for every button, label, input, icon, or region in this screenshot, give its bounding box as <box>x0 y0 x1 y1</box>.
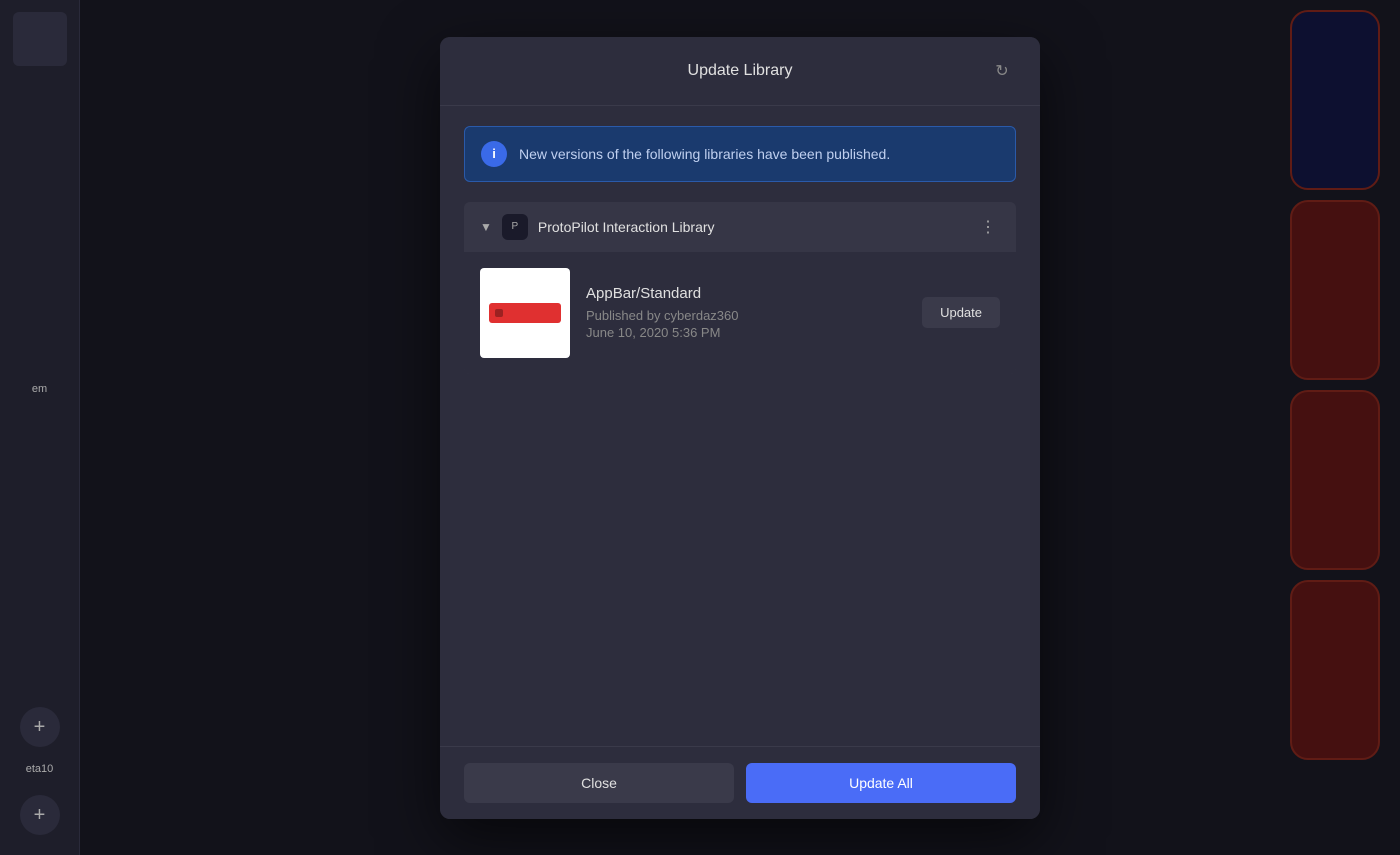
component-publisher: Published by cyberdaz360 <box>586 308 906 323</box>
component-date: June 10, 2020 5:36 PM <box>586 325 906 340</box>
library-avatar: P <box>502 214 528 240</box>
modal-footer: Close Update All <box>440 746 1040 819</box>
more-vert-icon: ⋮ <box>980 219 996 236</box>
modal-body: i New versions of the following librarie… <box>440 106 1040 746</box>
close-button[interactable]: Close <box>464 763 734 803</box>
refresh-icon: ↻ <box>995 61 1008 81</box>
component-name: AppBar/Standard <box>586 285 906 302</box>
library-more-button[interactable]: ⋮ <box>976 217 1000 237</box>
component-thumbnail <box>480 268 570 358</box>
canvas-area: Update Library ↻ i New versions of the f… <box>80 0 1400 855</box>
refresh-button[interactable]: ↻ <box>988 57 1016 85</box>
info-banner-text: New versions of the following libraries … <box>519 146 890 162</box>
modal-header: Update Library ↻ <box>440 37 1040 106</box>
update-library-modal: Update Library ↻ i New versions of the f… <box>440 37 1040 819</box>
sidebar-thumbnail <box>13 12 67 66</box>
info-icon: i <box>481 141 507 167</box>
add-page-button-2[interactable]: + <box>20 795 60 835</box>
update-all-button[interactable]: Update All <box>746 763 1016 803</box>
sidebar-page-label-1: em <box>32 383 47 399</box>
add-page-button-1[interactable]: + <box>20 707 60 747</box>
library-header[interactable]: ▼ P ProtoPilot Interaction Library ⋮ <box>464 202 1016 252</box>
modal-title: Update Library <box>492 62 988 80</box>
library-section: ▼ P ProtoPilot Interaction Library ⋮ <box>464 202 1016 374</box>
component-thumbnail-dot <box>495 309 503 317</box>
modal-overlay: Update Library ↻ i New versions of the f… <box>80 0 1400 855</box>
chevron-down-icon: ▼ <box>480 220 492 234</box>
update-component-button[interactable]: Update <box>922 297 1000 328</box>
library-name: ProtoPilot Interaction Library <box>538 219 966 235</box>
sidebar-page-label-2: eta10 <box>26 763 54 779</box>
component-info: AppBar/Standard Published by cyberdaz360… <box>586 285 906 340</box>
component-item: AppBar/Standard Published by cyberdaz360… <box>464 252 1016 374</box>
component-thumbnail-inner <box>489 303 561 323</box>
info-banner: i New versions of the following librarie… <box>464 126 1016 182</box>
left-sidebar: em + eta10 + <box>0 0 80 855</box>
